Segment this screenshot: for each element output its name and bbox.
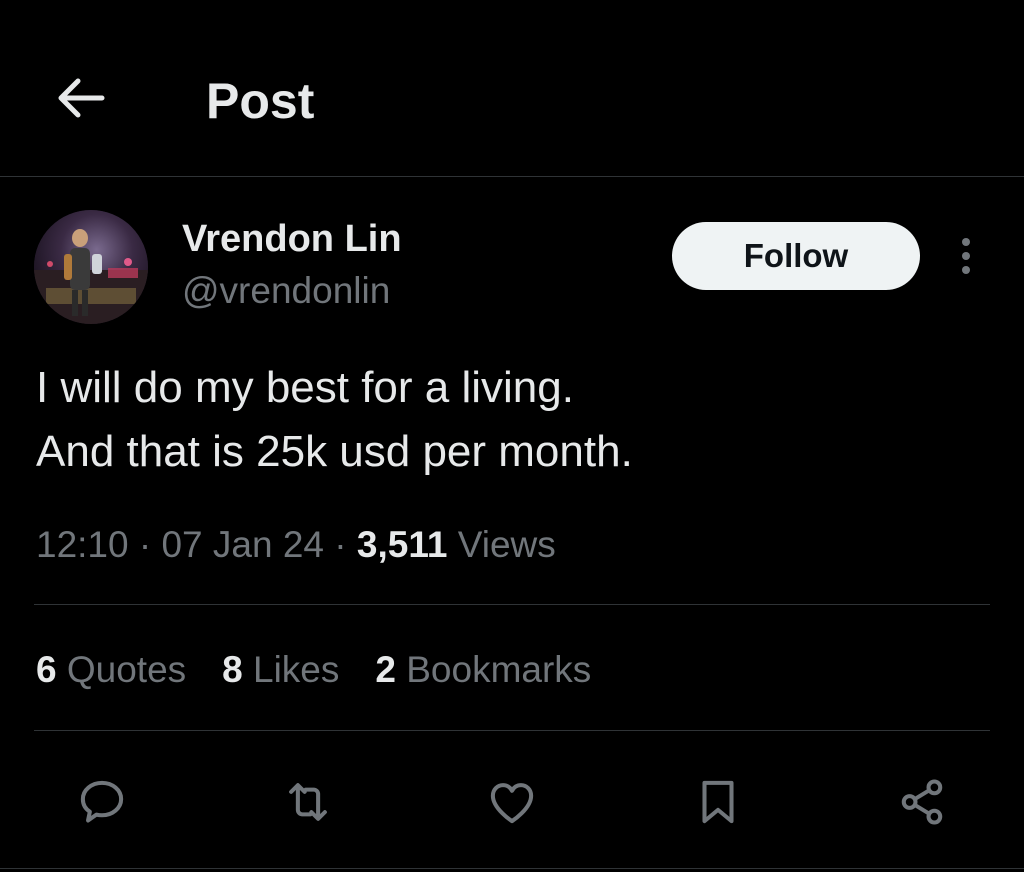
avatar[interactable] xyxy=(34,210,148,324)
views-label: Views xyxy=(447,524,556,565)
tweet-date[interactable]: 07 Jan 24 xyxy=(161,524,324,565)
likes-count: 8 xyxy=(222,649,243,690)
meta-separator: · xyxy=(324,524,357,565)
post-page: Post Vrendon Lin @vrendonlin Follow I wi… xyxy=(0,0,1024,872)
more-vertical-icon xyxy=(962,266,970,274)
reply-button[interactable] xyxy=(72,772,132,832)
divider xyxy=(0,868,1024,869)
heart-icon xyxy=(490,783,534,824)
share-icon xyxy=(901,779,943,825)
back-button[interactable] xyxy=(50,70,110,126)
likes-label: Likes xyxy=(242,649,340,690)
share-button[interactable] xyxy=(892,772,952,832)
quotes-count: 6 xyxy=(36,649,57,690)
quotes-stat[interactable]: 6 Quotes xyxy=(36,647,186,693)
repost-button[interactable] xyxy=(278,772,338,832)
avatar-photo xyxy=(34,210,148,324)
tweet-line: And that is 25k usd per month. xyxy=(36,427,633,476)
like-button[interactable] xyxy=(482,772,542,832)
divider xyxy=(34,730,990,731)
bookmark-icon xyxy=(702,780,734,824)
arrow-left-icon xyxy=(58,78,105,118)
header: Post xyxy=(0,0,1024,176)
tweet-text: I will do my best for a living. And that… xyxy=(36,356,986,484)
more-vertical-icon xyxy=(962,252,970,260)
divider xyxy=(34,604,990,605)
meta-separator: · xyxy=(128,524,162,565)
bookmarks-count: 2 xyxy=(375,649,396,690)
reply-icon xyxy=(80,780,124,823)
follow-button[interactable]: Follow xyxy=(672,222,920,290)
bookmark-button[interactable] xyxy=(688,772,748,832)
repost-icon xyxy=(289,783,327,821)
tweet-meta: 12:10 · 07 Jan 24 · 3,511 Views xyxy=(36,522,556,568)
quotes-label: Quotes xyxy=(56,649,187,690)
header-divider xyxy=(0,176,1024,177)
author-handle[interactable]: @vrendonlin xyxy=(182,268,390,314)
more-options-button[interactable] xyxy=(948,232,984,280)
engagement-stats: 6 Quotes 8 Likes 2 Bookmarks xyxy=(36,647,627,693)
bookmarks-stat[interactable]: 2 Bookmarks xyxy=(375,647,591,693)
views-count: 3,511 xyxy=(356,524,448,565)
bookmarks-label: Bookmarks xyxy=(395,649,592,690)
tweet-line: I will do my best for a living. xyxy=(36,363,574,412)
tweet-time[interactable]: 12:10 xyxy=(36,524,129,565)
likes-stat[interactable]: 8 Likes xyxy=(222,647,339,693)
author-display-name[interactable]: Vrendon Lin xyxy=(182,216,402,262)
page-title: Post xyxy=(206,73,315,129)
more-vertical-icon xyxy=(962,238,970,246)
